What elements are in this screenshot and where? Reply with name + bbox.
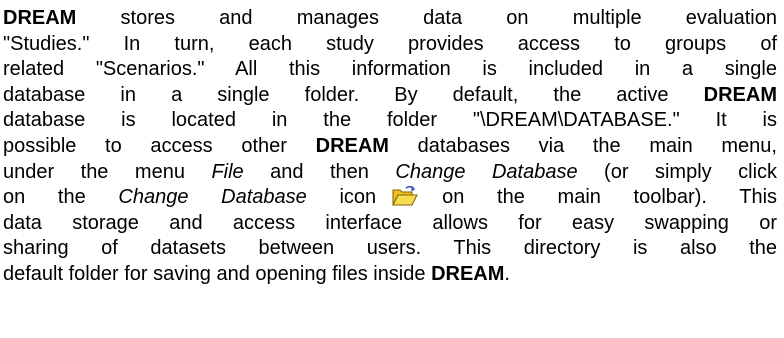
text-line: sharing of datasets between users. This …	[3, 236, 777, 262]
text-run: on the	[3, 186, 119, 209]
text-run: data storage and access interface allows…	[3, 211, 777, 234]
text-run: and then	[243, 160, 396, 183]
open-folder-icon	[392, 185, 418, 207]
text-run: database is located in the folder "\DREA…	[3, 109, 777, 132]
text-line-last: default folder for saving and opening fi…	[3, 262, 777, 288]
text-run: on the main toolbar). This	[442, 186, 778, 209]
product-name: DREAM	[703, 83, 777, 106]
text-run: databases via the main menu,	[388, 134, 777, 157]
product-name: DREAM	[431, 262, 505, 285]
document-page: DREAM stores and manages data on multipl…	[0, 0, 784, 338]
icon-name-change-database: Change Database	[118, 186, 307, 209]
text-run: default folder for saving and opening fi…	[3, 262, 432, 285]
text-line: database is located in the folder "\DREA…	[3, 108, 777, 134]
text-line: data storage and access interface allows…	[3, 211, 777, 237]
menu-name-file: File	[211, 160, 244, 183]
product-name: DREAM	[3, 7, 77, 29]
text-run: related "Scenarios." All this informatio…	[3, 58, 777, 81]
text-line: related "Scenarios." All this informatio…	[3, 57, 777, 83]
text-run: possible to access other	[3, 134, 316, 157]
menu-item-change-database: Change Database	[395, 160, 578, 183]
text-run: under the menu	[3, 160, 212, 183]
text-line: DREAM stores and manages data on multipl…	[3, 6, 777, 32]
text-run: sharing of datasets between users. This …	[3, 237, 777, 260]
text-line: on the Change Database icon on the main t…	[3, 185, 777, 211]
text-line: under the menu File and then Change Data…	[3, 160, 777, 186]
text-run: .	[504, 262, 510, 285]
text-line: possible to access other DREAM databases…	[3, 134, 777, 160]
text-run: icon	[306, 186, 377, 209]
text-run: database in a single folder. By default,…	[3, 83, 704, 106]
text-run: stores and manages data on multiple eval…	[76, 7, 777, 29]
text-run: "Studies." In turn, each study provides …	[3, 32, 777, 55]
text-run: (or simply click	[577, 160, 778, 183]
text-line: "Studies." In turn, each study provides …	[3, 32, 777, 58]
body-paragraph: DREAM stores and manages data on multipl…	[3, 6, 777, 288]
product-name: DREAM	[315, 134, 389, 157]
text-line: database in a single folder. By default,…	[3, 83, 777, 109]
